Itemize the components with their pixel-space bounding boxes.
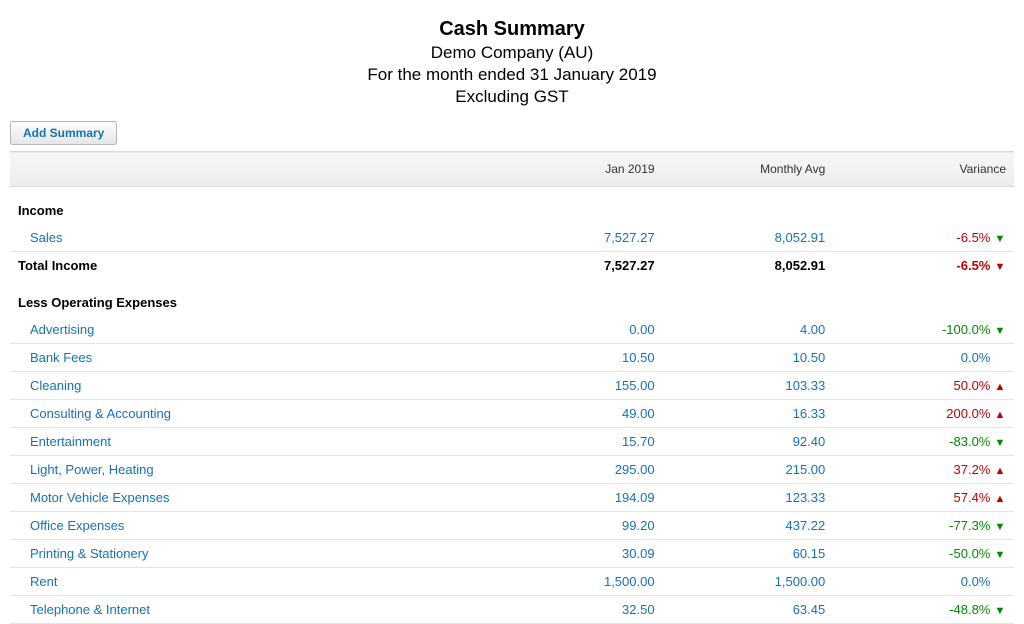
cash-summary-table: Jan 2019 Monthly Avg Variance IncomeSale… xyxy=(10,151,1014,624)
avg-value: 123.33 xyxy=(663,484,834,512)
variance-value: -77.3% ▼ xyxy=(833,512,1014,540)
current-value: 155.00 xyxy=(492,372,663,400)
avg-value: 10.50 xyxy=(663,344,834,372)
total-row: Total Income7,527.278,052.91-6.5% ▼ xyxy=(10,252,1014,280)
col-header-current: Jan 2019 xyxy=(492,152,663,187)
avg-value: 63.45 xyxy=(663,596,834,624)
avg-value: 215.00 xyxy=(663,456,834,484)
current-value: 49.00 xyxy=(492,400,663,428)
account-link[interactable]: Rent xyxy=(30,574,57,589)
account-link[interactable]: Printing & Stationery xyxy=(30,546,149,561)
variance-value: -50.0% ▼ xyxy=(833,540,1014,568)
account-link[interactable]: Bank Fees xyxy=(30,350,92,365)
table-row: Printing & Stationery 30.0960.15-50.0% ▼ xyxy=(10,540,1014,568)
current-value: 30.09 xyxy=(492,540,663,568)
current-value: 194.09 xyxy=(492,484,663,512)
avg-value: 1,500.00 xyxy=(663,568,834,596)
variance-value: 200.0% ▲ xyxy=(833,400,1014,428)
avg-value: 16.33 xyxy=(663,400,834,428)
avg-value: 103.33 xyxy=(663,372,834,400)
table-row: Advertising 0.004.00-100.0% ▼ xyxy=(10,316,1014,344)
total-avg: 8,052.91 xyxy=(663,252,834,280)
current-value: 15.70 xyxy=(492,428,663,456)
table-row: Sales 7,527.278,052.91-6.5% ▼ xyxy=(10,224,1014,252)
account-link[interactable]: Consulting & Accounting xyxy=(30,406,171,421)
section-title: Income xyxy=(10,187,1014,225)
account-link[interactable]: Motor Vehicle Expenses xyxy=(30,490,169,505)
current-value: 1,500.00 xyxy=(492,568,663,596)
triangle-down-icon: ▼ xyxy=(994,233,1006,245)
report-title: Cash Summary xyxy=(0,18,1024,41)
triangle-up-icon: ▲ xyxy=(994,409,1006,421)
gst-exclusion: Excluding GST xyxy=(0,87,1024,107)
col-header-variance: Variance xyxy=(833,152,1014,187)
variance-value: -83.0% ▼ xyxy=(833,428,1014,456)
triangle-down-icon: ▼ xyxy=(994,605,1006,617)
variance-value: 0.0% xyxy=(833,344,1014,372)
total-current: 7,527.27 xyxy=(492,252,663,280)
triangle-down-icon: ▼ xyxy=(994,261,1006,273)
variance-value: 57.4% ▲ xyxy=(833,484,1014,512)
section-title: Less Operating Expenses xyxy=(10,279,1014,316)
variance-value: 0.0% xyxy=(833,568,1014,596)
triangle-down-icon: ▼ xyxy=(994,437,1006,449)
table-row: Telephone & Internet 32.5063.45-48.8% ▼ xyxy=(10,596,1014,624)
col-header-avg: Monthly Avg xyxy=(663,152,834,187)
account-link[interactable]: Advertising xyxy=(30,322,94,337)
account-link[interactable]: Cleaning xyxy=(30,378,81,393)
triangle-down-icon: ▼ xyxy=(994,549,1006,561)
triangle-up-icon: ▲ xyxy=(994,465,1006,477)
triangle-down-icon: ▼ xyxy=(994,521,1006,533)
total-variance: -6.5% ▼ xyxy=(833,252,1014,280)
triangle-up-icon: ▲ xyxy=(994,381,1006,393)
avg-value: 4.00 xyxy=(663,316,834,344)
current-value: 7,527.27 xyxy=(492,224,663,252)
table-row: Cleaning 155.00103.3350.0% ▲ xyxy=(10,372,1014,400)
table-row: Entertainment 15.7092.40-83.0% ▼ xyxy=(10,428,1014,456)
table-row: Consulting & Accounting 49.0016.33200.0% … xyxy=(10,400,1014,428)
table-row: Bank Fees10.5010.500.0% xyxy=(10,344,1014,372)
add-summary-button[interactable]: Add Summary xyxy=(10,121,117,145)
variance-value: -48.8% ▼ xyxy=(833,596,1014,624)
account-link[interactable]: Light, Power, Heating xyxy=(30,462,154,477)
report-header: Cash Summary Demo Company (AU) For the m… xyxy=(0,0,1024,119)
variance-value: 37.2% ▲ xyxy=(833,456,1014,484)
account-link[interactable]: Entertainment xyxy=(30,434,111,449)
triangle-up-icon: ▲ xyxy=(994,493,1006,505)
current-value: 99.20 xyxy=(492,512,663,540)
table-row: Motor Vehicle Expenses 194.09123.3357.4% … xyxy=(10,484,1014,512)
account-link[interactable]: Office Expenses xyxy=(30,518,124,533)
current-value: 32.50 xyxy=(492,596,663,624)
total-label: Total Income xyxy=(10,252,492,280)
table-row: Rent1,500.001,500.000.0% xyxy=(10,568,1014,596)
avg-value: 60.15 xyxy=(663,540,834,568)
table-row: Light, Power, Heating 295.00215.0037.2% ▲ xyxy=(10,456,1014,484)
current-value: 295.00 xyxy=(492,456,663,484)
col-header-empty xyxy=(10,152,492,187)
account-link[interactable]: Sales xyxy=(30,230,63,245)
report-period: For the month ended 31 January 2019 xyxy=(0,65,1024,85)
account-link[interactable]: Telephone & Internet xyxy=(30,602,150,617)
table-row: Office Expenses 99.20437.22-77.3% ▼ xyxy=(10,512,1014,540)
variance-value: 50.0% ▲ xyxy=(833,372,1014,400)
current-value: 0.00 xyxy=(492,316,663,344)
avg-value: 437.22 xyxy=(663,512,834,540)
avg-value: 8,052.91 xyxy=(663,224,834,252)
current-value: 10.50 xyxy=(492,344,663,372)
company-name: Demo Company (AU) xyxy=(0,43,1024,63)
triangle-down-icon: ▼ xyxy=(994,325,1006,337)
variance-value: -6.5% ▼ xyxy=(833,224,1014,252)
avg-value: 92.40 xyxy=(663,428,834,456)
variance-value: -100.0% ▼ xyxy=(833,316,1014,344)
